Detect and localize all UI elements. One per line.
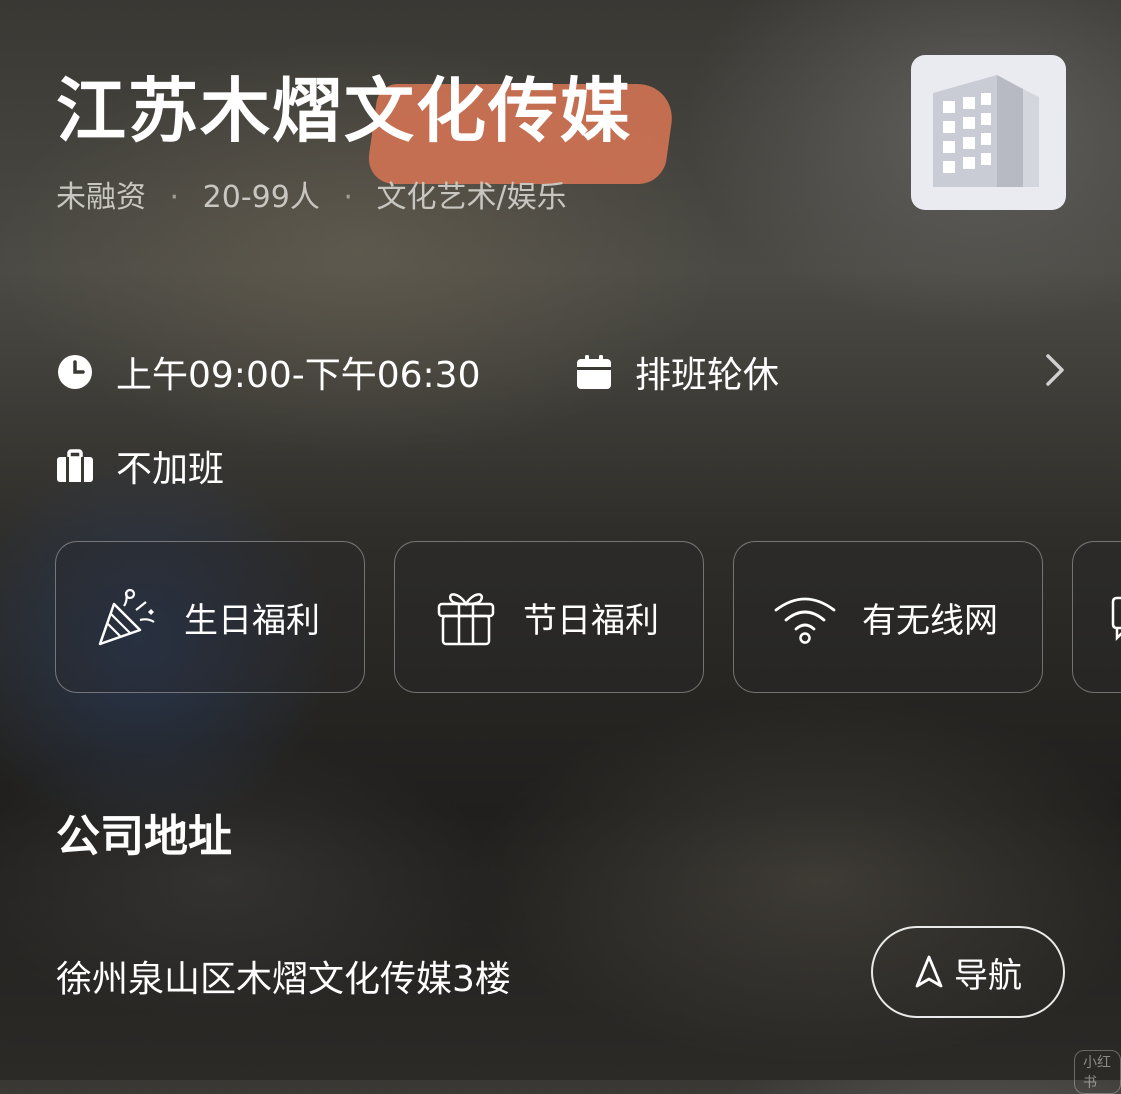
address-section-title: 公司地址 xyxy=(56,811,232,862)
company-logo[interactable] xyxy=(911,55,1066,210)
benefit-card-partial[interactable] xyxy=(1072,541,1121,693)
company-address: 徐州泉山区木熠文化传媒3楼 xyxy=(56,959,511,1000)
calendar-icon xyxy=(577,355,611,389)
navigation-arrow-icon xyxy=(915,955,943,988)
benefit-card-holiday[interactable]: 节日福利 xyxy=(394,541,704,693)
meta-separator: · xyxy=(169,180,180,215)
chat-icon xyxy=(1111,596,1121,642)
building-icon xyxy=(933,75,1039,187)
benefit-label: 有无线网 xyxy=(862,600,998,641)
briefcase-icon xyxy=(57,449,93,482)
chevron-right-icon[interactable] xyxy=(1040,350,1070,390)
company-meta: 未融资 · 20-99人 · 文化艺术/娱乐 xyxy=(56,172,567,216)
company-industry: 文化艺术/娱乐 xyxy=(376,180,567,215)
company-name-plain: 江苏木熠 xyxy=(56,70,344,152)
meta-separator: · xyxy=(343,180,353,215)
company-size: 20-99人 xyxy=(202,180,320,215)
benefit-card-wifi[interactable]: 有无线网 xyxy=(733,541,1043,693)
shift-row[interactable]: 排班轮休 xyxy=(575,346,779,398)
watermark: 小红书 xyxy=(1074,1050,1121,1094)
funding-stage: 未融资 xyxy=(56,180,146,215)
clock-icon xyxy=(58,355,92,389)
company-name: 江苏木熠文化传媒 xyxy=(56,66,632,156)
wifi-icon xyxy=(774,597,836,644)
gift-icon xyxy=(437,593,495,646)
navigation-button[interactable]: 导航 xyxy=(871,926,1065,1018)
benefit-label: 生日福利 xyxy=(184,600,320,641)
work-hours: 上午09:00-下午06:30 xyxy=(116,355,481,396)
overtime-row: 不加班 xyxy=(56,440,224,492)
company-name-highlighted: 文化传媒 xyxy=(344,70,632,152)
work-hours-row[interactable]: 上午09:00-下午06:30 xyxy=(56,346,480,398)
navigation-label: 导航 xyxy=(954,955,1022,996)
party-popper-icon xyxy=(98,588,155,646)
overtime-policy: 不加班 xyxy=(116,449,225,490)
shift-type: 排班轮休 xyxy=(635,355,780,396)
benefit-label: 节日福利 xyxy=(523,600,659,641)
benefit-card-birthday[interactable]: 生日福利 xyxy=(55,541,365,693)
